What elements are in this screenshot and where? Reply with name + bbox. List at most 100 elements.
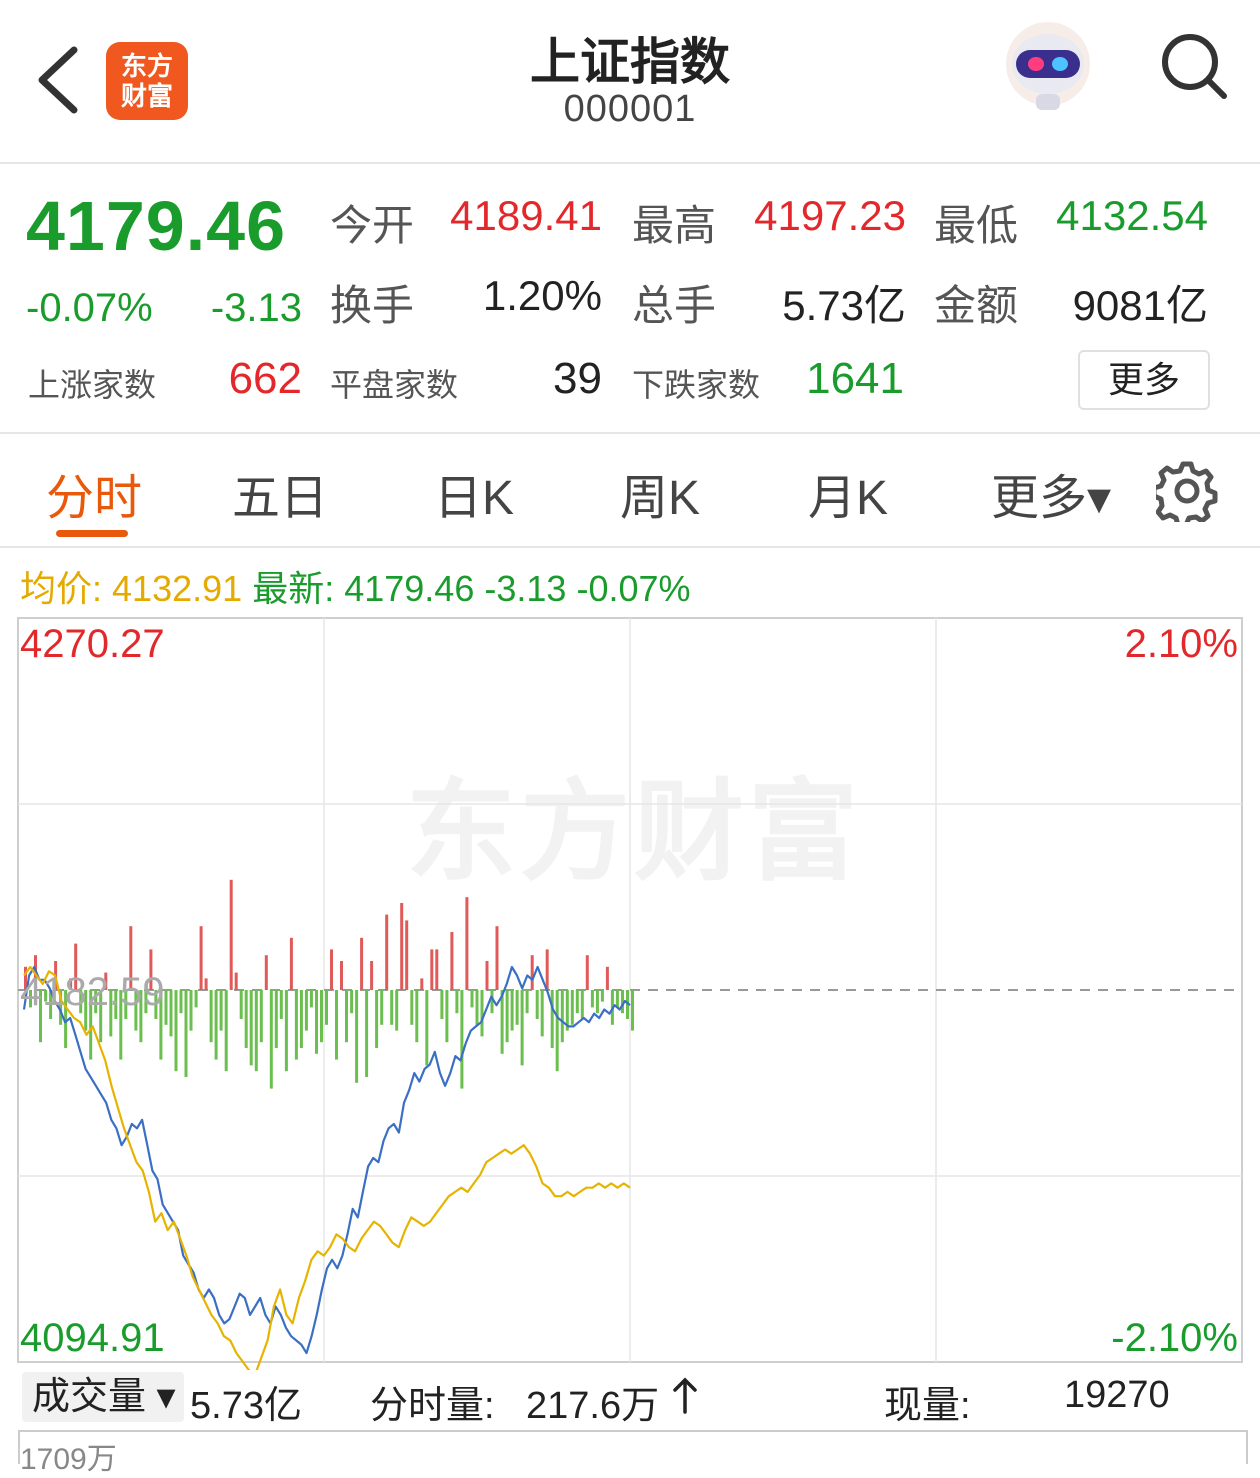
high-label: 最高 [632,202,717,249]
down-bar [274,990,278,1048]
arrow-up-icon [670,1376,700,1416]
down-bar [460,990,464,1089]
turnover-value: 1.20% [482,272,602,319]
down-bar [375,990,379,1048]
down-bar [244,990,248,1048]
page-title: 上证指数 [530,34,730,90]
volume-chart-frame [18,1430,1248,1464]
up-bar [360,937,364,990]
up-bar [204,978,208,990]
up-bar [340,961,343,990]
avg-price-line [23,965,631,1370]
down-bar [480,990,484,1037]
down-bar [445,990,449,1043]
up-bar [405,920,409,990]
down-bar [224,990,228,1072]
tab-monthly-k[interactable]: 月K [794,458,902,528]
down-bar [535,990,539,1019]
down-bar [380,990,384,1025]
up-bar [435,949,439,990]
change-percent: -0.07% [26,286,153,330]
down-bar [239,990,243,1019]
down-bar [174,990,178,1072]
last-label: 最新: [252,568,335,609]
tab-more[interactable]: 更多▾ [986,458,1116,528]
down-bar [560,990,564,1043]
down-bar [595,990,599,1014]
volume-label: 总手 [632,282,717,329]
up-bar [330,949,333,990]
down-bar [365,990,369,1077]
tab-daily-k[interactable]: 日K [420,458,528,528]
down-bar [320,990,323,1043]
up-bar [199,926,203,990]
active-tab-underline [56,530,128,537]
tab-weekly-k[interactable]: 周K [606,458,714,528]
search-icon[interactable] [1158,30,1230,102]
app-logo[interactable]: 东方 财富 [106,42,188,120]
divider [0,432,1260,434]
down-bar [249,990,253,1066]
robot-assistant-icon[interactable] [1000,20,1096,112]
flat-count-label: 平盘家数 [330,367,459,403]
avg-label: 均价: [20,568,103,609]
down-bar [284,990,288,1072]
low-label: 最低 [934,202,1019,249]
down-bar [440,990,444,1019]
down-bar [335,990,338,1060]
down-bar [194,990,198,1008]
down-bar [570,990,574,1025]
up-bar [465,897,469,990]
minute-volume-value: 217.6万 [526,1385,660,1427]
down-bar [179,990,183,1014]
more-quote-button[interactable]: 更多 [1078,350,1210,410]
down-bar [410,990,414,1025]
down-bar [475,990,479,1025]
down-bar [189,990,193,1031]
avg-value: 4132.91 [112,568,243,609]
gear-icon[interactable] [1151,460,1218,528]
down-bar [184,990,188,1077]
down-count-label: 下跌家数 [632,367,761,403]
down-bar [279,990,283,1019]
y-axis-top-percent: 2.10% [1124,622,1238,666]
volume-y-top: 1709万 [20,1443,117,1476]
down-bar [390,990,394,1025]
turnover-label: 换手 [330,282,415,329]
amount-value: 9081亿 [1072,282,1208,329]
down-bar [315,990,318,1054]
price-line [22,965,631,1355]
current-volume-value: 19270 [1064,1374,1170,1416]
down-bar [214,990,218,1060]
up-count: 662 [228,354,302,403]
down-bar [600,990,604,1002]
down-bar [294,990,298,1060]
intraday-chart[interactable] [0,610,1260,1370]
up-bar [485,961,489,990]
up-bar [545,949,549,990]
volume-value: 5.73亿 [782,282,906,329]
down-bar [309,990,313,1008]
up-bar [420,978,424,990]
down-bar [615,990,619,1008]
down-bar [269,990,273,1089]
down-bar [510,990,514,1031]
up-bar [229,879,233,990]
down-bar [580,990,584,1019]
down-bar [555,990,559,1072]
y-axis-top-price: 4270.27 [20,622,165,666]
volume-indicator-selector[interactable]: 成交量 ▾ [22,1372,184,1422]
open-label: 今开 [330,202,415,249]
logo-line1: 东方 [120,51,173,81]
down-bar [575,990,579,1014]
tab-five-day[interactable]: 五日 [226,458,334,528]
down-bar [299,990,303,1048]
up-bar [264,955,268,990]
up-bar [450,932,454,990]
tab-intraday[interactable]: 分时 [40,458,148,528]
down-bar [169,990,173,1037]
prev-close-label: 4182.59 [20,970,165,1014]
back-arrow-icon[interactable] [34,42,90,118]
up-bar [385,914,389,990]
up-bar [585,955,589,990]
